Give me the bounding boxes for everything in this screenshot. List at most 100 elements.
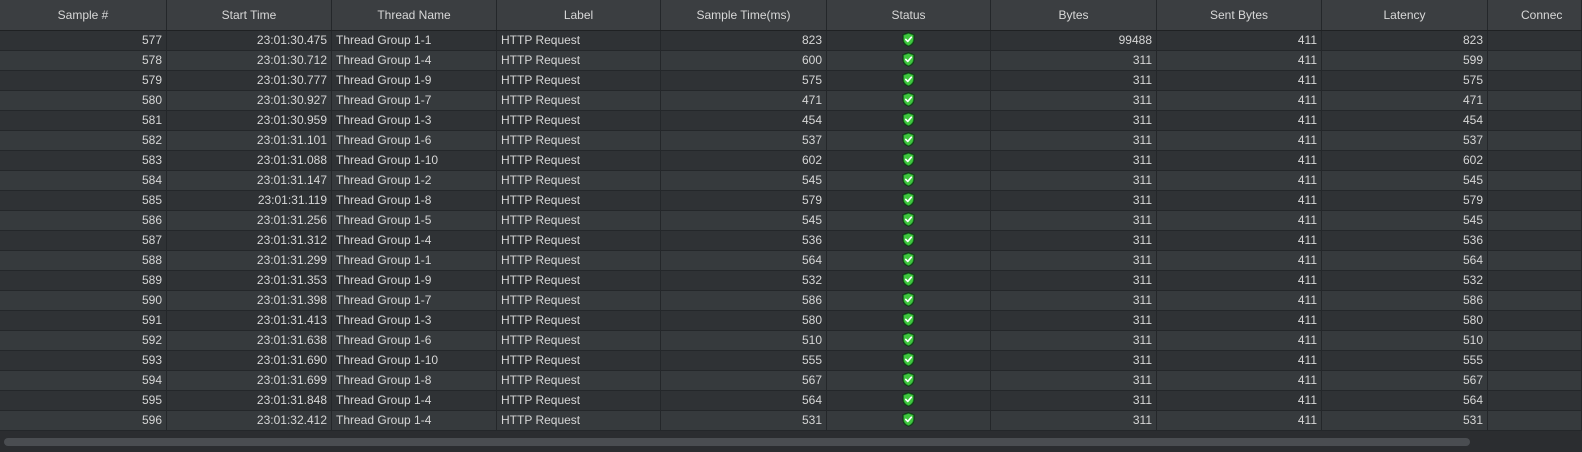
cell-label: HTTP Request: [497, 91, 661, 110]
cell-sent-bytes: 411: [1157, 211, 1322, 230]
cell-start-time: 23:01:31.638: [167, 331, 332, 350]
cell-latency: 586: [1322, 291, 1488, 310]
cell-status: [827, 31, 991, 50]
cell-start-time: 23:01:31.690: [167, 351, 332, 370]
cell-bytes: 311: [991, 91, 1157, 110]
cell-status: [827, 191, 991, 210]
cell-label: HTTP Request: [497, 211, 661, 230]
cell-sample-time: 555: [661, 351, 827, 370]
table-row[interactable]: 579 23:01:30.777 Thread Group 1-9 HTTP Requ…: [0, 71, 1582, 91]
cell-thread-name: Thread Group 1-10: [332, 151, 497, 170]
column-header-start-time[interactable]: Start Time: [167, 0, 332, 30]
table-row[interactable]: 596 23:01:32.412 Thread Group 1-4 HTTP Requ…: [0, 411, 1582, 431]
table-row[interactable]: 585 23:01:31.119 Thread Group 1-8 HTTP Requ…: [0, 191, 1582, 211]
cell-latency: 823: [1322, 31, 1488, 50]
column-header-connect[interactable]: Connec: [1488, 0, 1582, 30]
column-header-bytes[interactable]: Bytes: [991, 0, 1157, 30]
table-row[interactable]: 581 23:01:30.959 Thread Group 1-3 HTTP Requ…: [0, 111, 1582, 131]
cell-label: HTTP Request: [497, 411, 661, 430]
cell-status: [827, 251, 991, 270]
success-shield-check-icon: [902, 312, 915, 328]
cell-connect: [1488, 291, 1582, 310]
cell-status: [827, 111, 991, 130]
cell-bytes: 311: [991, 251, 1157, 270]
cell-sample-time: 823: [661, 31, 827, 50]
table-row[interactable]: 586 23:01:31.256 Thread Group 1-5 HTTP Requ…: [0, 211, 1582, 231]
cell-thread-name: Thread Group 1-1: [332, 31, 497, 50]
cell-label: HTTP Request: [497, 151, 661, 170]
cell-bytes: 311: [991, 231, 1157, 250]
horizontal-scrollbar[interactable]: [0, 434, 1582, 452]
cell-sent-bytes: 411: [1157, 391, 1322, 410]
cell-connect: [1488, 331, 1582, 350]
cell-thread-name: Thread Group 1-6: [332, 331, 497, 350]
cell-sample-time: 471: [661, 91, 827, 110]
cell-sent-bytes: 411: [1157, 411, 1322, 430]
table-row[interactable]: 589 23:01:31.353 Thread Group 1-9 HTTP Requ…: [0, 271, 1582, 291]
cell-bytes: 311: [991, 291, 1157, 310]
table-row[interactable]: 594 23:01:31.699 Thread Group 1-8 HTTP Requ…: [0, 371, 1582, 391]
cell-label: HTTP Request: [497, 311, 661, 330]
table-row[interactable]: 588 23:01:31.299 Thread Group 1-1 HTTP Requ…: [0, 251, 1582, 271]
table-row[interactable]: 587 23:01:31.312 Thread Group 1-4 HTTP Requ…: [0, 231, 1582, 251]
table-row[interactable]: 582 23:01:31.101 Thread Group 1-6 HTTP Requ…: [0, 131, 1582, 151]
horizontal-scrollbar-thumb[interactable]: [4, 438, 1470, 446]
success-shield-check-icon: [902, 332, 915, 348]
success-shield-check-icon: [902, 292, 915, 308]
table-row[interactable]: 584 23:01:31.147 Thread Group 1-2 HTTP Requ…: [0, 171, 1582, 191]
cell-status: [827, 311, 991, 330]
column-header-sample[interactable]: Sample #: [0, 0, 167, 30]
success-shield-check-icon: [902, 212, 915, 228]
cell-latency: 536: [1322, 231, 1488, 250]
table-row[interactable]: 592 23:01:31.638 Thread Group 1-6 HTTP Requ…: [0, 331, 1582, 351]
cell-thread-name: Thread Group 1-1: [332, 251, 497, 270]
table-row[interactable]: 577 23:01:30.475 Thread Group 1-1 HTTP Requ…: [0, 31, 1582, 51]
table-row[interactable]: 593 23:01:31.690 Thread Group 1-10 HTTP Req…: [0, 351, 1582, 371]
cell-connect: [1488, 191, 1582, 210]
table-row[interactable]: 580 23:01:30.927 Thread Group 1-7 HTTP Requ…: [0, 91, 1582, 111]
cell-label: HTTP Request: [497, 171, 661, 190]
cell-start-time: 23:01:31.699: [167, 371, 332, 390]
cell-start-time: 23:01:30.712: [167, 51, 332, 70]
cell-sample-time: 532: [661, 271, 827, 290]
cell-thread-name: Thread Group 1-4: [332, 51, 497, 70]
table-row[interactable]: 583 23:01:31.088 Thread Group 1-10 HTTP Req…: [0, 151, 1582, 171]
cell-sample-number: 594: [0, 371, 167, 390]
column-header-status[interactable]: Status: [827, 0, 991, 30]
column-header-thread-name[interactable]: Thread Name: [332, 0, 497, 30]
success-shield-check-icon: [902, 252, 915, 268]
cell-status: [827, 91, 991, 110]
cell-sample-number: 589: [0, 271, 167, 290]
table-row[interactable]: 590 23:01:31.398 Thread Group 1-7 HTTP Requ…: [0, 291, 1582, 311]
cell-connect: [1488, 151, 1582, 170]
column-header-sample-time[interactable]: Sample Time(ms): [661, 0, 827, 30]
cell-status: [827, 151, 991, 170]
table-row[interactable]: 591 23:01:31.413 Thread Group 1-3 HTTP Requ…: [0, 311, 1582, 331]
table-body: 577 23:01:30.475 Thread Group 1-1 HTTP Requ…: [0, 31, 1582, 431]
cell-start-time: 23:01:31.398: [167, 291, 332, 310]
cell-sent-bytes: 411: [1157, 171, 1322, 190]
column-header-latency[interactable]: Latency: [1322, 0, 1488, 30]
cell-sent-bytes: 411: [1157, 311, 1322, 330]
column-header-sent-bytes[interactable]: Sent Bytes: [1157, 0, 1322, 30]
cell-sent-bytes: 411: [1157, 331, 1322, 350]
cell-label: HTTP Request: [497, 251, 661, 270]
column-header-label[interactable]: Label: [497, 0, 661, 30]
cell-latency: 575: [1322, 71, 1488, 90]
cell-status: [827, 211, 991, 230]
cell-status: [827, 411, 991, 430]
cell-label: HTTP Request: [497, 231, 661, 250]
cell-sample-time: 579: [661, 191, 827, 210]
cell-sample-number: 588: [0, 251, 167, 270]
cell-latency: 564: [1322, 251, 1488, 270]
cell-label: HTTP Request: [497, 51, 661, 70]
cell-start-time: 23:01:31.147: [167, 171, 332, 190]
cell-connect: [1488, 131, 1582, 150]
results-table: Sample # Start Time Thread Name Label Sa…: [0, 0, 1582, 452]
cell-latency: 555: [1322, 351, 1488, 370]
cell-connect: [1488, 391, 1582, 410]
cell-start-time: 23:01:31.088: [167, 151, 332, 170]
success-shield-check-icon: [902, 272, 915, 288]
table-row[interactable]: 578 23:01:30.712 Thread Group 1-4 HTTP Requ…: [0, 51, 1582, 71]
table-row[interactable]: 595 23:01:31.848 Thread Group 1-4 HTTP Requ…: [0, 391, 1582, 411]
